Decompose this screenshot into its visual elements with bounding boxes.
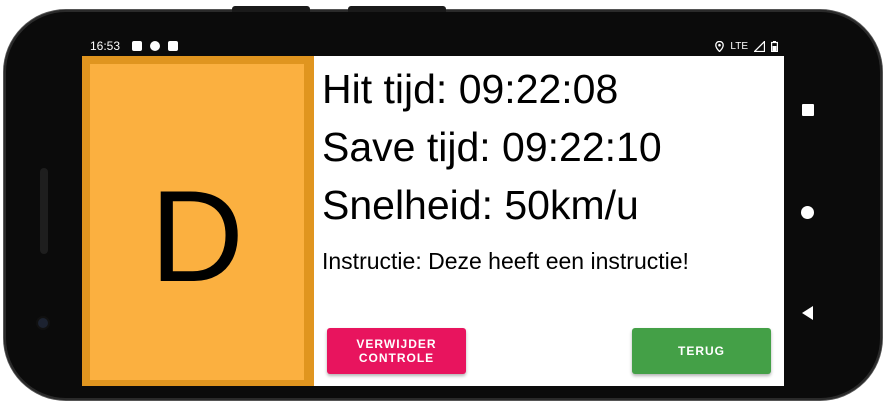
speed: Snelheid: 50km/u: [322, 182, 639, 228]
volume-button: [232, 6, 310, 12]
app-screen: D Hit tijd: 09:22:08 Save tijd: 09:22:10…: [82, 56, 784, 386]
letter-panel-inner: D: [90, 64, 304, 380]
delete-control-label: VERWIJDER CONTROLE: [356, 337, 437, 365]
power-button: [348, 6, 446, 12]
back-triangle-icon[interactable]: [802, 306, 813, 320]
status-time: 16:53: [90, 39, 121, 53]
recents-icon[interactable]: [802, 104, 814, 116]
speaker-slot: [40, 168, 48, 254]
home-icon[interactable]: [801, 206, 814, 219]
status-bar: 16:53 LTE: [82, 36, 784, 56]
front-camera: [38, 318, 48, 328]
instruction: Instructie: Deze heeft een instructie!: [322, 248, 689, 274]
letter-panel: D: [82, 56, 314, 386]
location-icon: [715, 40, 725, 52]
network-type: LTE: [730, 40, 748, 52]
back-button[interactable]: TERUG: [632, 328, 771, 374]
save-time: Save tijd: 09:22:10: [322, 124, 662, 170]
control-letter: D: [150, 163, 244, 309]
circle-app-icon: [150, 41, 161, 51]
navigation-bar: [790, 56, 840, 386]
a-icon: [132, 41, 143, 51]
back-label: TERUG: [678, 344, 725, 358]
battery-icon: [771, 40, 778, 52]
delete-control-button[interactable]: VERWIJDER CONTROLE: [327, 328, 466, 374]
hit-time: Hit tijd: 09:22:08: [322, 66, 619, 112]
signal-icon: [754, 40, 765, 52]
sd-card-icon: [168, 41, 179, 51]
